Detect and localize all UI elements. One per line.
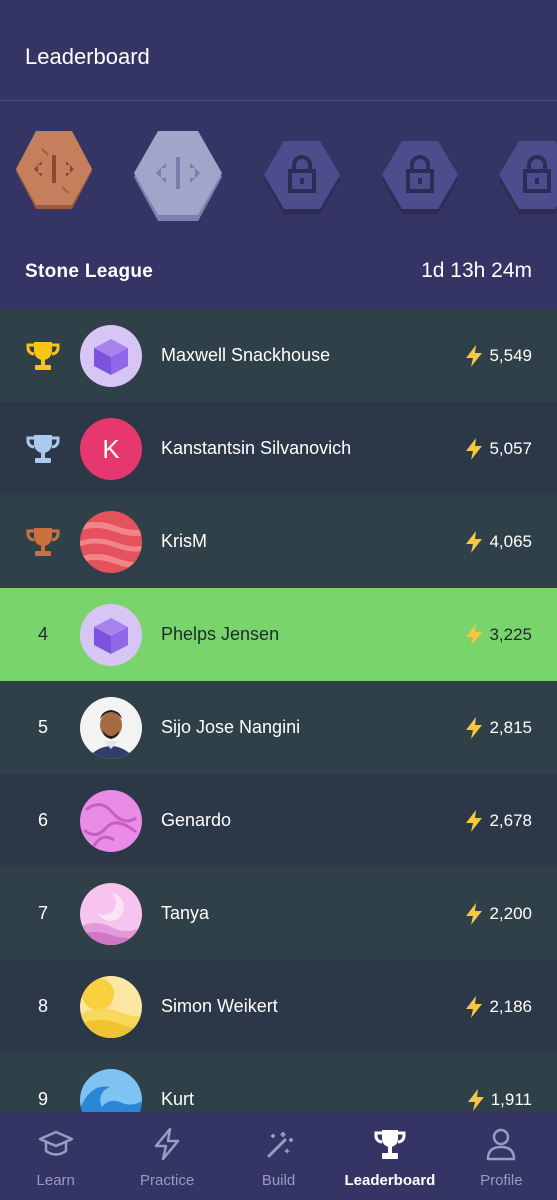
blue-wave-avatar — [80, 1069, 142, 1112]
user-name: Kanstantsin Silvanovich — [161, 438, 352, 458]
header: Leaderboard — [0, 0, 557, 101]
person-icon — [487, 1128, 516, 1161]
score-value: 4,065 — [489, 531, 532, 551]
user-name: Maxwell Snackhouse — [161, 345, 331, 365]
letter-avatar: K — [80, 418, 142, 480]
score-value: 2,678 — [489, 810, 532, 830]
user-score: 2,678 — [465, 774, 532, 867]
leaderboard-row[interactable]: 8 Simon Weikert 2,186 — [0, 960, 557, 1053]
trophy-icon — [374, 1130, 406, 1159]
user-name: KrisM — [161, 531, 207, 551]
leaderboard-row[interactable]: K Kanstantsin Silvanovich 5,057 — [0, 402, 557, 495]
purple-cube-avatar — [80, 325, 142, 387]
score-value: 5,549 — [489, 345, 532, 365]
lightning-icon — [466, 716, 483, 739]
stone-code-badge-icon[interactable] — [130, 129, 226, 225]
user-name: Kurt — [161, 1089, 195, 1109]
silver-trophy-icon — [22, 402, 64, 495]
user-score: 2,186 — [465, 960, 532, 1053]
league-badges[interactable] — [0, 129, 557, 225]
user-name: Simon Weikert — [161, 996, 278, 1016]
graduation-cap-icon — [38, 1130, 73, 1156]
nav-build[interactable]: Build — [223, 1112, 334, 1200]
bottom-nav: Learn Practice Build Leaderboard Profile — [0, 1112, 557, 1200]
rank-number: 5 — [37, 717, 48, 737]
nav-label: Practice — [140, 1172, 195, 1189]
user-score: 1,911 — [467, 1053, 532, 1112]
lightning-icon — [466, 437, 483, 460]
app-screen: Leaderboard Stone League 1d 13h 24m Maxw… — [0, 0, 557, 1200]
nav-profile[interactable]: Profile — [446, 1112, 557, 1200]
league-section: Stone League 1d 13h 24m — [0, 101, 557, 309]
user-name: Genardo — [161, 810, 232, 830]
red-planet-avatar — [80, 511, 142, 573]
rank-number: 4 — [37, 624, 48, 644]
pink-swirl-avatar — [80, 790, 142, 852]
lock-icon[interactable] — [497, 139, 557, 219]
leaderboard-row[interactable]: 9 Kurt 1,911 — [0, 1053, 557, 1112]
user-score: 5,057 — [465, 402, 532, 495]
nav-learn[interactable]: Learn — [0, 1112, 111, 1200]
user-name: Phelps Jensen — [161, 624, 280, 644]
user-score: 2,815 — [465, 681, 532, 774]
bronze-trophy-icon — [22, 495, 64, 588]
score-value: 2,186 — [489, 996, 532, 1016]
lightning-icon — [466, 530, 483, 553]
score-value: 2,200 — [489, 903, 532, 923]
nav-label: Profile — [480, 1172, 523, 1189]
score-value: 5,057 — [489, 438, 532, 458]
magic-wand-icon — [267, 1132, 293, 1158]
page-title: Leaderboard — [25, 44, 150, 69]
lightning-icon — [466, 995, 483, 1018]
lightning-icon — [466, 809, 483, 832]
league-name: Stone League — [25, 261, 154, 282]
lightning-icon — [466, 623, 483, 646]
user-score: 3,225 — [465, 588, 532, 681]
user-score: 5,549 — [465, 309, 532, 402]
lock-icon[interactable] — [262, 139, 342, 219]
score-value: 3,225 — [489, 624, 532, 644]
leaderboard-row-current-user[interactable]: 4 Phelps Jensen 3,225 — [0, 588, 557, 681]
lightning-icon — [467, 1088, 484, 1111]
rank-number: 9 — [37, 1089, 48, 1109]
nav-leaderboard[interactable]: Leaderboard — [334, 1112, 445, 1200]
league-timer: 1d 13h 24m — [421, 259, 532, 282]
nav-label: Build — [261, 1172, 296, 1189]
leaderboard-row[interactable]: KrisM 4,065 — [0, 495, 557, 588]
leaderboard-row[interactable]: 6 Genardo 2,678 — [0, 774, 557, 867]
nav-label: Leaderboard — [344, 1172, 436, 1189]
rank-number: 6 — [37, 810, 48, 830]
lock-icon[interactable] — [380, 139, 460, 219]
leaderboard-row[interactable]: 7 Tanya 2,200 — [0, 867, 557, 960]
rank-number: 7 — [37, 903, 48, 923]
score-value: 2,815 — [489, 717, 532, 737]
yellow-sun-avatar — [80, 976, 142, 1038]
gold-trophy-icon — [22, 309, 64, 402]
avatar-letter: K — [102, 433, 120, 464]
photo-avatar — [80, 697, 142, 759]
pink-moon-avatar — [80, 883, 142, 945]
copper-code-badge-icon[interactable] — [12, 129, 96, 213]
lightning-icon — [466, 902, 483, 925]
lightning-icon — [154, 1127, 180, 1161]
purple-cube-avatar — [80, 604, 142, 666]
leaderboard-list[interactable]: Maxwell Snackhouse 5,549 K Kanstantsin S… — [0, 309, 557, 1112]
user-score: 4,065 — [465, 495, 532, 588]
nav-practice[interactable]: Practice — [111, 1112, 222, 1200]
leaderboard-row[interactable]: Maxwell Snackhouse 5,549 — [0, 309, 557, 402]
nav-label: Learn — [36, 1172, 75, 1189]
rank-number: 8 — [37, 996, 48, 1016]
user-score: 2,200 — [465, 867, 532, 960]
user-name: Tanya — [161, 903, 210, 923]
leaderboard-row[interactable]: 5 Sijo Jose Nangini 2,815 — [0, 681, 557, 774]
score-value: 1,911 — [490, 1089, 532, 1109]
lightning-icon — [466, 344, 483, 367]
user-name: Sijo Jose Nangini — [161, 717, 301, 737]
